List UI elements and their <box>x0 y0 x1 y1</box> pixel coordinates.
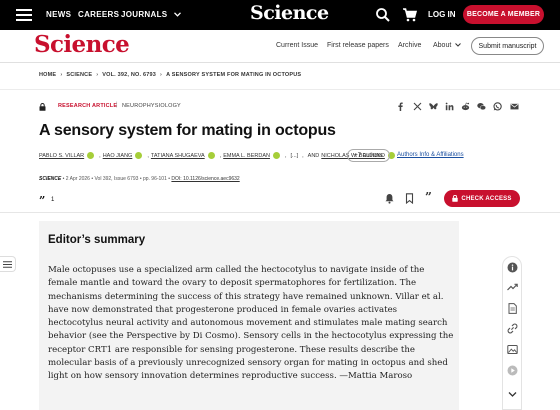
nav-journals[interactable]: JOURNALS <box>121 10 181 19</box>
citation-count[interactable]: 1 <box>51 197 54 203</box>
bookmark-icon[interactable] <box>404 193 415 204</box>
divider <box>0 89 560 90</box>
orcid-icon[interactable] <box>87 152 95 159</box>
check-access-label: CHECK ACCESS <box>461 195 512 202</box>
breadcrumb-volume[interactable]: VOL. 392, NO. 6793 <box>102 72 156 78</box>
email-icon[interactable] <box>510 102 519 111</box>
article-subject[interactable]: NEUROPHYSIOLOGY <box>122 103 181 109</box>
login-link[interactable]: LOG IN <box>428 10 456 19</box>
chevron-right-icon: › <box>96 72 99 78</box>
divider <box>0 62 560 63</box>
author-list: PABLO S. VILLAR, HAO JIANG, TATIANA SHUG… <box>39 152 398 159</box>
author-link[interactable]: EMMA L. BERDAN <box>223 153 270 159</box>
author-link[interactable]: TATIANA SHUGAEVA <box>151 153 205 159</box>
breadcrumb-science[interactable]: SCIENCE <box>66 72 92 78</box>
search-icon[interactable] <box>375 7 391 23</box>
article-title: A sensory system for mating in octopus <box>39 122 336 139</box>
linkedin-icon[interactable] <box>445 102 454 111</box>
become-member-button[interactable]: BECOME A MEMBER <box>463 5 544 24</box>
authors-affiliations-link[interactable]: Authors Info & Affiliations <box>397 152 464 158</box>
chevron-down-icon <box>455 43 462 47</box>
editors-summary: Editor’s summary Male octopuses use a sp… <box>39 221 459 410</box>
nav-about[interactable]: About <box>433 42 462 49</box>
play-icon[interactable] <box>507 365 518 376</box>
lock-icon <box>39 103 46 111</box>
list-icon <box>3 260 12 268</box>
right-tool-rail <box>502 256 522 410</box>
whatsapp-icon[interactable] <box>493 102 502 111</box>
table-of-contents-toggle[interactable] <box>0 256 16 272</box>
chevron-down-icon <box>173 12 181 17</box>
breadcrumb-current: A SENSORY SYSTEM FOR MATING IN OCTOPUS <box>166 72 302 78</box>
image-icon[interactable] <box>507 344 518 355</box>
top-bar: NEWS CAREERS JOURNALS Science LOG IN BEC… <box>0 0 560 30</box>
authors-and: AND <box>307 152 320 159</box>
cite-icon[interactable]: ” <box>425 190 432 204</box>
article-type[interactable]: RESEARCH ARTICLE <box>58 103 117 109</box>
cart-icon[interactable] <box>402 7 418 23</box>
meta-separator: | <box>116 102 118 108</box>
breadcrumb: HOME › SCIENCE › VOL. 392, NO. 6793 › A SENSOR… <box>39 72 301 78</box>
bell-icon[interactable] <box>384 193 395 204</box>
submit-manuscript-button[interactable]: Submit manuscript <box>471 37 544 55</box>
science-logo[interactable]: Science <box>34 31 130 58</box>
nav-archive[interactable]: Archive <box>398 42 421 49</box>
chevron-right-icon: › <box>160 72 163 78</box>
file-icon[interactable] <box>507 303 518 314</box>
lock-icon <box>452 195 459 202</box>
authors-ellipsis[interactable]: [...] <box>291 153 299 159</box>
nav-about-label: About <box>433 42 452 49</box>
divider <box>0 212 560 213</box>
author-link[interactable]: HAO JIANG <box>103 153 133 159</box>
quote-icon[interactable]: ” <box>39 194 45 207</box>
author-link[interactable]: PABLO S. VILLAR <box>39 153 84 159</box>
summary-heading: Editor’s summary <box>48 234 146 246</box>
journal-name[interactable]: SCIENCE <box>39 176 61 182</box>
publication-info: SCIENCE • 2 Apr 2026 • Vol 392, Issue 67… <box>39 176 240 182</box>
x-icon[interactable] <box>413 102 422 111</box>
orcid-icon[interactable] <box>272 152 280 159</box>
breadcrumb-home[interactable]: HOME <box>39 72 56 78</box>
bluesky-icon[interactable] <box>429 102 438 111</box>
check-access-button[interactable]: CHECK ACCESS <box>444 190 520 207</box>
facebook-icon[interactable] <box>396 102 405 111</box>
chevron-down-icon[interactable] <box>507 389 518 400</box>
pub-date: 2 Apr 2026 <box>65 176 90 182</box>
pages: pp. 96-101 <box>142 176 167 182</box>
nav-current-issue[interactable]: Current Issue <box>276 42 318 49</box>
nav-careers[interactable]: CAREERS <box>78 10 119 19</box>
summary-text: Male octopuses use a specialized arm cal… <box>48 265 454 382</box>
reddit-icon[interactable] <box>461 102 470 111</box>
doi-link[interactable]: DOI: 10.1126/science.aec9632 <box>171 176 239 182</box>
nav-first-release[interactable]: First release papers <box>327 42 389 49</box>
chevron-right-icon: › <box>60 72 63 78</box>
nav-journals-label: JOURNALS <box>121 10 168 19</box>
science-logo-top[interactable]: Science <box>250 2 329 24</box>
link-icon[interactable] <box>507 323 518 334</box>
nav-news[interactable]: NEWS <box>46 10 71 19</box>
volume-issue[interactable]: Vol 392, Issue 6793 <box>94 176 138 182</box>
menu-icon[interactable] <box>16 9 32 21</box>
orcid-icon[interactable] <box>207 152 215 159</box>
trend-icon[interactable] <box>507 282 518 293</box>
wechat-icon[interactable] <box>477 102 486 111</box>
info-icon[interactable] <box>507 262 518 273</box>
orcid-icon[interactable] <box>135 152 143 159</box>
more-authors-button[interactable]: +7 authors <box>347 149 390 162</box>
